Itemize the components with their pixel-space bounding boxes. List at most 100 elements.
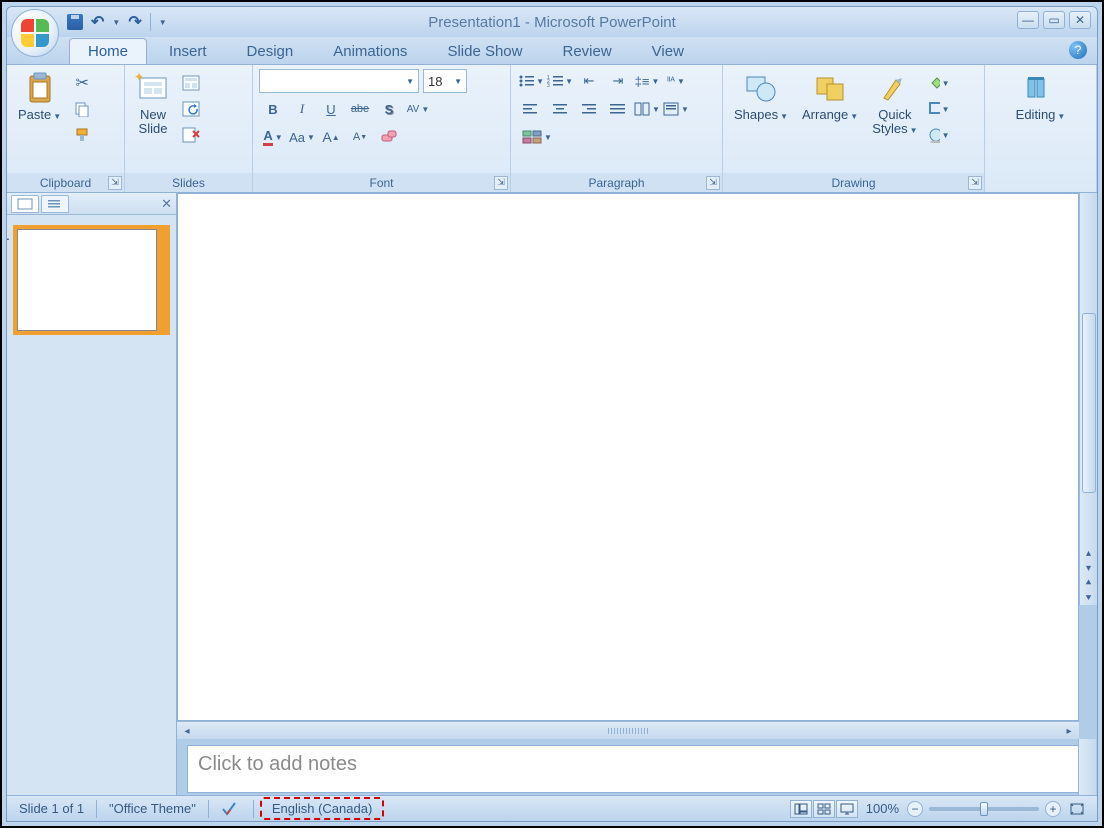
reset-icon[interactable] bbox=[179, 97, 203, 121]
tab-insert[interactable]: Insert bbox=[151, 39, 225, 64]
tab-view[interactable]: View bbox=[634, 39, 702, 64]
columns-button[interactable]: ▼ bbox=[633, 97, 661, 121]
align-right-button[interactable] bbox=[575, 97, 603, 121]
increase-indent-button[interactable]: ⇥ bbox=[604, 69, 632, 93]
next-slide-dbl-icon[interactable]: ⯆ bbox=[1080, 591, 1097, 605]
spellcheck-icon[interactable] bbox=[215, 801, 247, 817]
slide-area: ▴▾⯅⯆ ◂ ▸ Click to add notes bbox=[177, 193, 1097, 795]
underline-button[interactable]: U bbox=[317, 97, 345, 121]
arrange-button[interactable]: Arrange▼ bbox=[797, 69, 863, 125]
outline-tab[interactable] bbox=[41, 195, 69, 213]
tab-home[interactable]: Home bbox=[69, 38, 147, 64]
undo-icon[interactable]: ↶ bbox=[91, 12, 104, 32]
shape-fill-button[interactable]: ▼ bbox=[927, 71, 951, 95]
close-button[interactable]: ✕ bbox=[1069, 11, 1091, 29]
status-slide-count[interactable]: Slide 1 of 1 bbox=[13, 801, 90, 816]
change-case-button[interactable]: Aa▼ bbox=[288, 125, 316, 149]
minimize-button[interactable]: — bbox=[1017, 11, 1039, 29]
drawing-dialog-launcher[interactable]: ⇲ bbox=[968, 176, 982, 190]
prev-slide-dbl-icon[interactable]: ⯅ bbox=[1080, 576, 1097, 590]
slides-tab[interactable] bbox=[11, 195, 39, 213]
font-dialog-launcher[interactable]: ⇲ bbox=[494, 176, 508, 190]
vertical-scrollbar[interactable]: ▴▾⯅⯆ bbox=[1079, 193, 1097, 605]
slide-canvas[interactable] bbox=[177, 193, 1079, 721]
tab-animations[interactable]: Animations bbox=[315, 39, 425, 64]
shapes-label: Shapes bbox=[734, 107, 778, 122]
decrease-indent-button[interactable]: ⇤ bbox=[575, 69, 603, 93]
tab-slideshow[interactable]: Slide Show bbox=[429, 39, 540, 64]
tab-design[interactable]: Design bbox=[229, 39, 312, 64]
zoom-in-button[interactable]: + bbox=[1045, 801, 1061, 817]
bullets-button[interactable]: ▼ bbox=[517, 69, 545, 93]
scroll-thumb[interactable] bbox=[1082, 313, 1096, 493]
line-spacing-button[interactable]: ‡≡▼ bbox=[633, 69, 661, 93]
shadow-button[interactable]: S bbox=[375, 97, 403, 121]
copy-icon[interactable] bbox=[70, 97, 94, 121]
scroll-track bbox=[608, 728, 648, 734]
layout-icon[interactable] bbox=[179, 71, 203, 95]
undo-dropdown-icon[interactable]: ▼ bbox=[112, 18, 120, 27]
redo-icon[interactable]: ↷ bbox=[128, 12, 141, 32]
paragraph-dialog-launcher[interactable]: ⇲ bbox=[706, 176, 720, 190]
normal-view-button[interactable] bbox=[790, 800, 812, 818]
scroll-right-icon[interactable]: ▸ bbox=[1061, 723, 1077, 739]
shape-outline-button[interactable]: ▼ bbox=[927, 97, 951, 121]
help-icon[interactable]: ? bbox=[1069, 41, 1087, 59]
status-language[interactable]: English (Canada) bbox=[260, 797, 384, 820]
zoom-knob[interactable] bbox=[980, 802, 988, 816]
clipboard-dialog-launcher[interactable]: ⇲ bbox=[108, 176, 122, 190]
zoom-out-button[interactable]: − bbox=[907, 801, 923, 817]
slides-outline-panel: ✕ 1 bbox=[7, 193, 177, 795]
ribbon: Paste▼ ✂ Clipboard⇲ ✦ New Slide bbox=[7, 65, 1097, 193]
numbering-button[interactable]: 123▼ bbox=[546, 69, 574, 93]
grow-font-button[interactable]: A▲ bbox=[317, 125, 345, 149]
text-direction-button[interactable]: ᴵᴵᴬ▼ bbox=[662, 69, 690, 93]
title-bar: ↶ ▼ ↷ ▼ Presentation1 - Microsoft PowerP… bbox=[7, 7, 1097, 37]
strikethrough-button[interactable]: abe bbox=[346, 97, 374, 121]
qat-customize-icon[interactable]: ▼ bbox=[159, 18, 167, 27]
align-center-button[interactable] bbox=[546, 97, 574, 121]
maximize-button[interactable]: ▭ bbox=[1043, 11, 1065, 29]
justify-button[interactable] bbox=[604, 97, 632, 121]
paste-button[interactable]: Paste▼ bbox=[13, 69, 66, 125]
font-size-combo[interactable]: 18▼ bbox=[423, 69, 467, 93]
notes-pane[interactable]: Click to add notes bbox=[187, 745, 1079, 793]
font-name-combo[interactable]: ▼ bbox=[259, 69, 419, 93]
slide-thumbnail-1[interactable]: 1 bbox=[13, 225, 170, 335]
save-icon[interactable] bbox=[67, 14, 83, 30]
horizontal-scrollbar[interactable]: ◂ ▸ bbox=[177, 721, 1079, 739]
new-slide-button[interactable]: ✦ New Slide bbox=[131, 69, 175, 140]
next-slide-icon[interactable]: ▾ bbox=[1080, 561, 1097, 575]
bold-button[interactable]: B bbox=[259, 97, 287, 121]
cut-icon[interactable]: ✂ bbox=[70, 71, 94, 95]
sorter-view-button[interactable] bbox=[813, 800, 835, 818]
shapes-button[interactable]: Shapes▼ bbox=[729, 69, 793, 125]
notes-scrollbar[interactable] bbox=[1078, 739, 1096, 795]
font-color-button[interactable]: A▼ bbox=[259, 125, 287, 149]
slides-label: Slides bbox=[172, 176, 205, 190]
quick-styles-button[interactable]: Quick Styles▼ bbox=[867, 69, 922, 140]
status-theme[interactable]: "Office Theme" bbox=[103, 801, 202, 816]
fit-window-button[interactable] bbox=[1063, 802, 1091, 816]
format-painter-icon[interactable] bbox=[70, 123, 94, 147]
shrink-font-button[interactable]: A▼ bbox=[346, 125, 374, 149]
office-button[interactable] bbox=[11, 9, 59, 57]
italic-button[interactable]: I bbox=[288, 97, 316, 121]
tab-review[interactable]: Review bbox=[544, 39, 629, 64]
slideshow-view-button[interactable] bbox=[836, 800, 858, 818]
group-drawing: Shapes▼ Arrange▼ Quick Styles▼ ▼ ▼ ▼ Dra… bbox=[723, 65, 985, 192]
editing-button[interactable]: Editing▼ bbox=[1011, 69, 1071, 125]
shape-effects-button[interactable]: ▼ bbox=[927, 123, 951, 147]
delete-slide-icon[interactable] bbox=[179, 123, 203, 147]
align-text-button[interactable]: ▼ bbox=[662, 97, 690, 121]
panel-close-icon[interactable]: ✕ bbox=[161, 196, 172, 212]
prev-slide-icon[interactable]: ▴ bbox=[1080, 546, 1097, 560]
char-spacing-button[interactable]: A͏V▼ bbox=[404, 97, 432, 121]
zoom-percent[interactable]: 100% bbox=[860, 801, 905, 816]
clear-formatting-button[interactable] bbox=[375, 125, 403, 149]
zoom-slider[interactable] bbox=[929, 807, 1039, 811]
arrange-label: Arrange bbox=[802, 107, 848, 122]
align-left-button[interactable] bbox=[517, 97, 545, 121]
convert-smartart-button[interactable]: ▼ bbox=[517, 125, 557, 149]
scroll-left-icon[interactable]: ◂ bbox=[179, 723, 195, 739]
